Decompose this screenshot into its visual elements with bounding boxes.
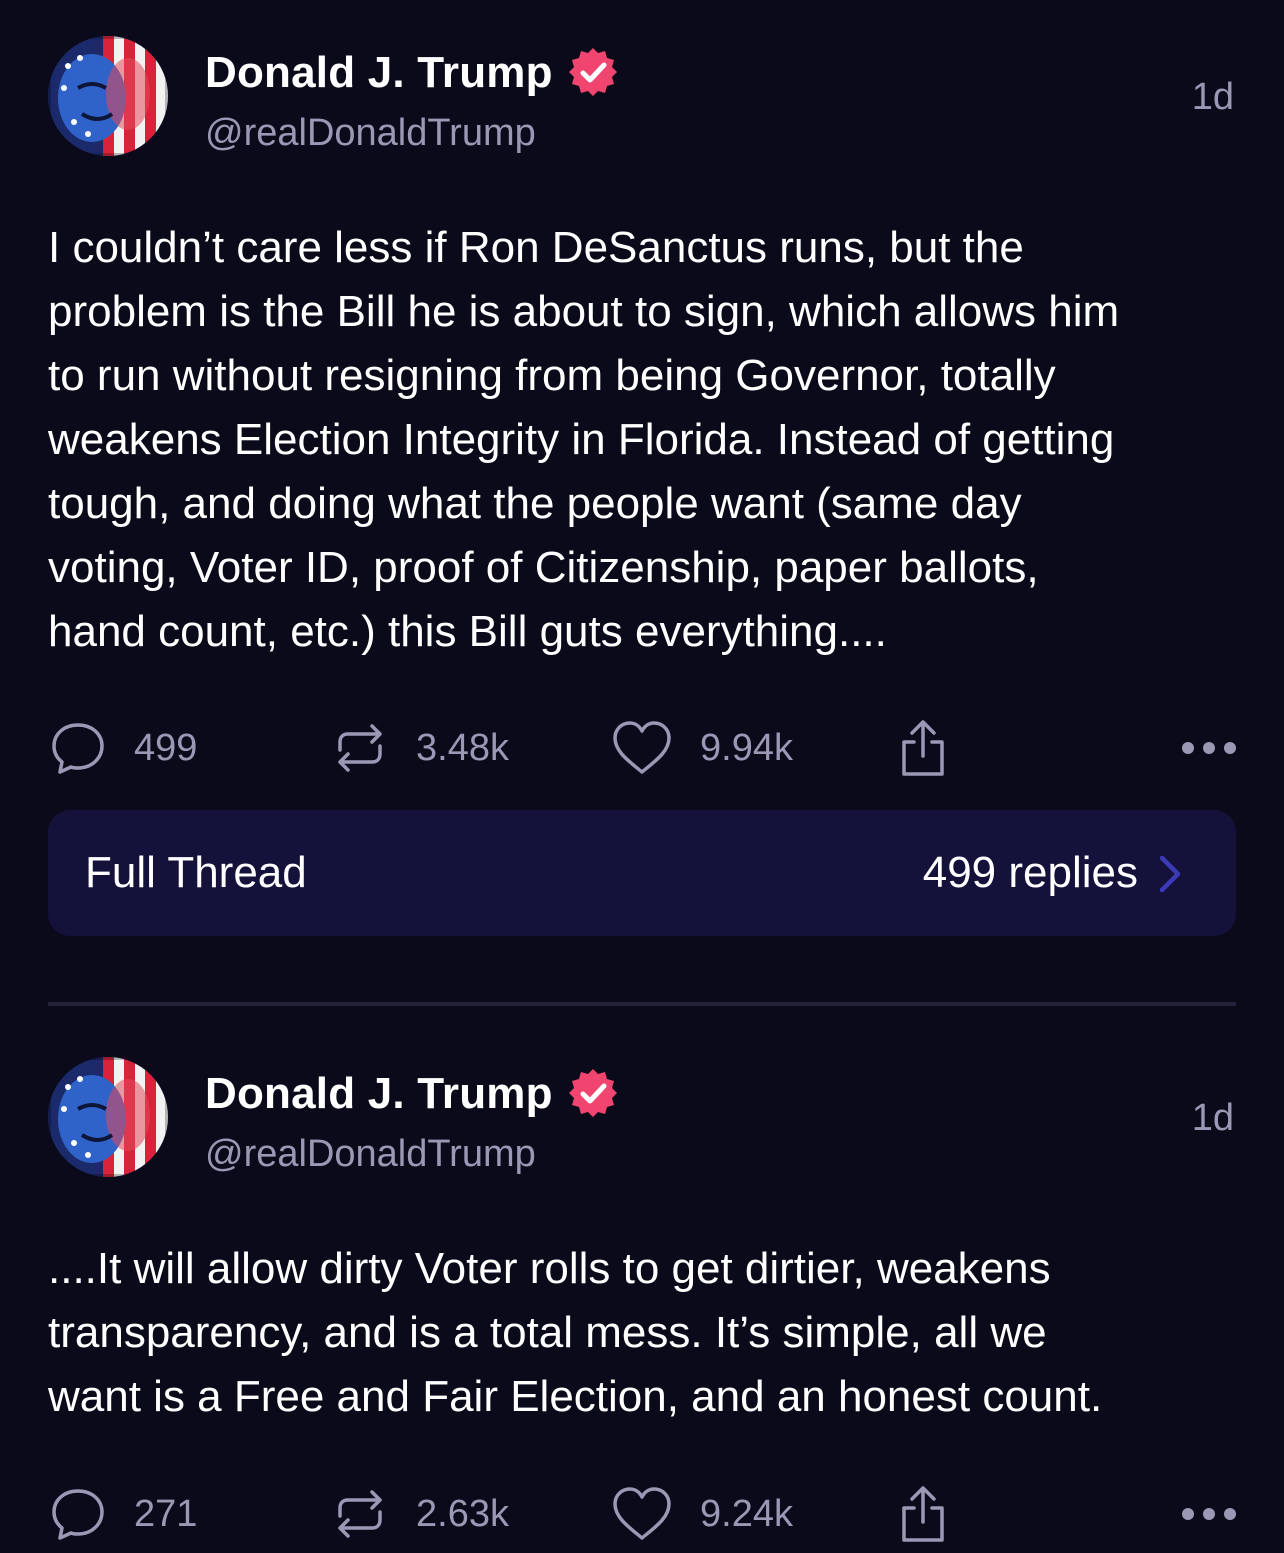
repost-count: 2.63k <box>416 1492 509 1535</box>
full-thread-button[interactable]: Full Thread 499 replies <box>48 810 1236 936</box>
verified-badge-icon <box>569 1069 617 1117</box>
repost-button[interactable]: 3.48k <box>332 713 509 783</box>
more-dots-icon[interactable] <box>1182 1479 1236 1549</box>
post-header: Donald J. Trump @realDonaldTrump 1d <box>48 1057 1236 1181</box>
avatar[interactable] <box>48 1057 168 1177</box>
author-handle[interactable]: @realDonaldTrump <box>205 1133 536 1176</box>
thread-replies-count: 499 replies <box>922 848 1138 897</box>
repost-count: 3.48k <box>416 726 509 769</box>
share-button[interactable] <box>898 1479 976 1549</box>
post-body: ....It will allow dirty Voter rolls to g… <box>48 1244 1103 1421</box>
speech-bubble-icon <box>52 723 104 774</box>
author-name[interactable]: Donald J. Trump <box>205 1069 553 1119</box>
repost-arrows-icon <box>338 1490 382 1538</box>
share-upload-icon <box>902 1486 944 1542</box>
like-button[interactable]: 9.24k <box>612 1479 793 1549</box>
action-bar: 271 2.63k 9.24k <box>48 1479 1236 1549</box>
share-button[interactable] <box>898 713 976 783</box>
reply-button[interactable]: 499 <box>50 713 197 783</box>
repost-arrows-icon <box>338 724 382 772</box>
reply-button[interactable]: 271 <box>50 1479 197 1549</box>
post: Donald J. Trump @realDonaldTrump 1d ....… <box>48 1057 1236 1549</box>
like-button[interactable]: 9.94k <box>612 713 793 783</box>
repost-button[interactable]: 2.63k <box>332 1479 509 1549</box>
verified-badge-icon <box>569 48 617 96</box>
thread-title: Full Thread <box>85 848 307 897</box>
timestamp[interactable]: 1d <box>1192 1097 1234 1140</box>
heart-icon <box>613 1487 671 1540</box>
more-dots-icon[interactable] <box>1182 713 1236 783</box>
post-body: I couldn’t care less if Ron DeSanctus ru… <box>48 223 1120 656</box>
avatar[interactable] <box>48 36 168 156</box>
like-count: 9.24k <box>700 1492 793 1535</box>
reply-count: 499 <box>134 726 198 769</box>
post: Donald J. Trump @realDonaldTrump 1d I co… <box>48 36 1236 783</box>
action-bar: 499 3.48k 9.94k <box>48 713 1236 783</box>
author-handle[interactable]: @realDonaldTrump <box>205 112 536 155</box>
post-divider <box>48 1002 1236 1006</box>
speech-bubble-icon <box>52 1489 104 1540</box>
share-upload-icon <box>902 720 944 776</box>
heart-icon <box>613 721 671 774</box>
like-count: 9.94k <box>700 726 793 769</box>
chevron-right-icon <box>1159 855 1181 893</box>
reply-count: 271 <box>134 1492 198 1535</box>
timestamp[interactable]: 1d <box>1192 76 1234 119</box>
post-header: Donald J. Trump @realDonaldTrump 1d <box>48 36 1236 160</box>
author-name[interactable]: Donald J. Trump <box>205 48 553 98</box>
flag-face-avatar-image <box>48 1057 168 1177</box>
flag-face-avatar-image <box>48 36 168 156</box>
